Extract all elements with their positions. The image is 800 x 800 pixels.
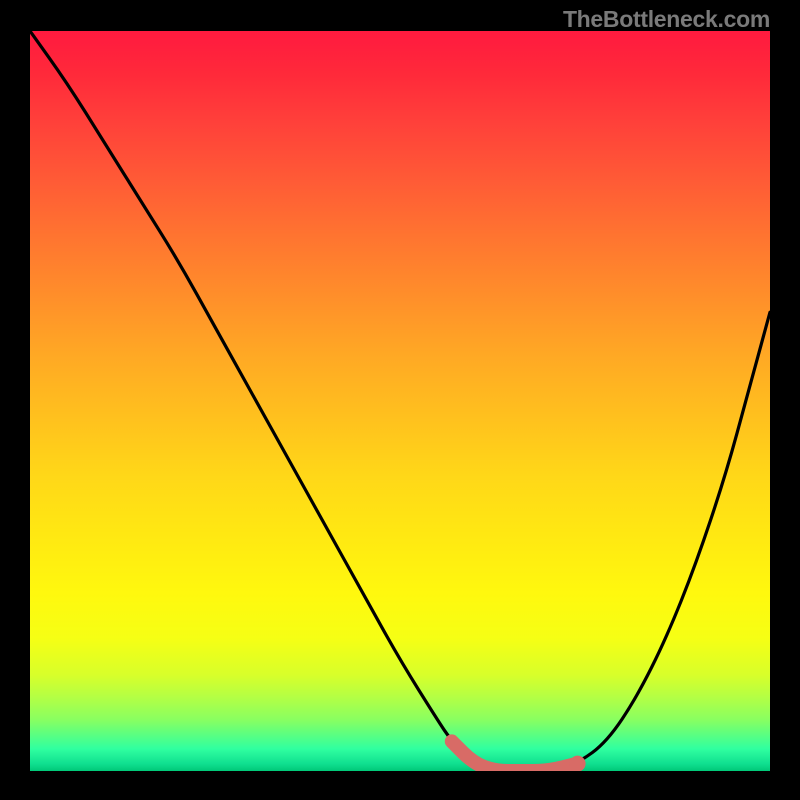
- bottleneck-curve: [30, 31, 770, 771]
- marker-dot: [570, 756, 586, 771]
- curve-layer: [30, 31, 770, 771]
- chart-frame: TheBottleneck.com: [0, 0, 800, 800]
- marker-segment: [452, 741, 578, 771]
- plot-area: [30, 31, 770, 771]
- watermark-text: TheBottleneck.com: [563, 6, 770, 33]
